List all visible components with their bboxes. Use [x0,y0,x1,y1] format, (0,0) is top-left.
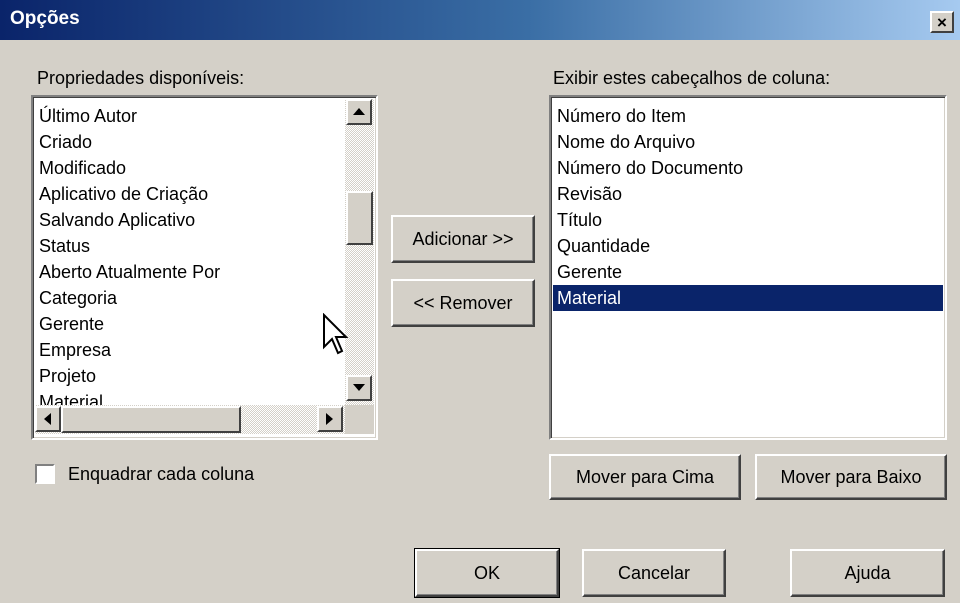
available-properties-list: Último Autor Criado Modificado Aplicativo d… [35,103,341,405]
list-item[interactable]: Empresa [35,337,341,363]
list-item[interactable]: Aplicativo de Criação [35,181,341,207]
vertical-scrollbar[interactable] [345,99,374,405]
scrollbar-corner [345,405,374,434]
list-item[interactable]: Último Autor [35,103,341,129]
scroll-up-arrow-icon [353,108,365,115]
list-item[interactable]: Número do Item [553,103,943,129]
list-item[interactable]: Material [553,285,943,311]
wrap-columns-label: Enquadrar cada coluna [68,464,255,484]
list-item[interactable]: Modificado [35,155,341,181]
list-item[interactable]: Número do Documento [553,155,943,181]
scroll-right-button[interactable] [317,406,343,432]
list-item[interactable]: Título [553,207,943,233]
ok-button[interactable]: OK [414,548,560,598]
list-item[interactable]: Gerente [35,311,341,337]
close-button[interactable]: × [930,11,954,33]
display-columns-label: Exibir estes cabeçalhos de coluna: [553,68,831,88]
scroll-down-button[interactable] [346,375,372,401]
close-icon: × [937,12,947,32]
list-item[interactable]: Nome do Arquivo [553,129,943,155]
horizontal-scrollbar[interactable] [35,405,345,434]
remove-button[interactable]: << Remover [391,279,535,327]
add-button[interactable]: Adicionar >> [391,215,535,263]
scroll-right-arrow-icon [326,413,333,425]
scroll-left-arrow-icon [44,413,51,425]
scroll-down-arrow-icon [353,384,365,391]
list-item[interactable]: Gerente [553,259,943,285]
list-item[interactable]: Revisão [553,181,943,207]
move-up-button[interactable]: Mover para Cima [549,454,741,500]
list-item[interactable]: Material [35,389,341,405]
list-item[interactable]: Aberto Atualmente Por [35,259,341,285]
list-item[interactable]: Status [35,233,341,259]
display-columns-listbox[interactable]: Número do Item Nome do Arquivo Número do D… [549,95,947,440]
list-item[interactable]: Quantidade [553,233,943,259]
vertical-scroll-thumb[interactable] [346,191,373,245]
available-properties-label: Propriedades disponíveis: [37,68,245,88]
window-title: Opções [10,8,80,29]
list-item[interactable]: Categoria [35,285,341,311]
list-item[interactable]: Criado [35,129,341,155]
horizontal-scroll-thumb[interactable] [61,406,241,433]
mouse-pointer-icon [323,313,348,355]
scroll-left-button[interactable] [35,406,61,432]
display-columns-list: Número do Item Nome do Arquivo Número do D… [553,103,943,433]
cancel-button[interactable]: Cancelar [582,549,726,597]
list-item[interactable]: Salvando Aplicativo [35,207,341,233]
title-bar: Opções × [0,0,960,40]
help-button[interactable]: Ajuda [790,549,945,597]
move-down-button[interactable]: Mover para Baixo [755,454,947,500]
wrap-columns-checkbox[interactable] [35,464,55,484]
available-properties-listbox[interactable]: Último Autor Criado Modificado Aplicativo d… [31,95,378,440]
scroll-up-button[interactable] [346,99,372,125]
list-item[interactable]: Projeto [35,363,341,389]
